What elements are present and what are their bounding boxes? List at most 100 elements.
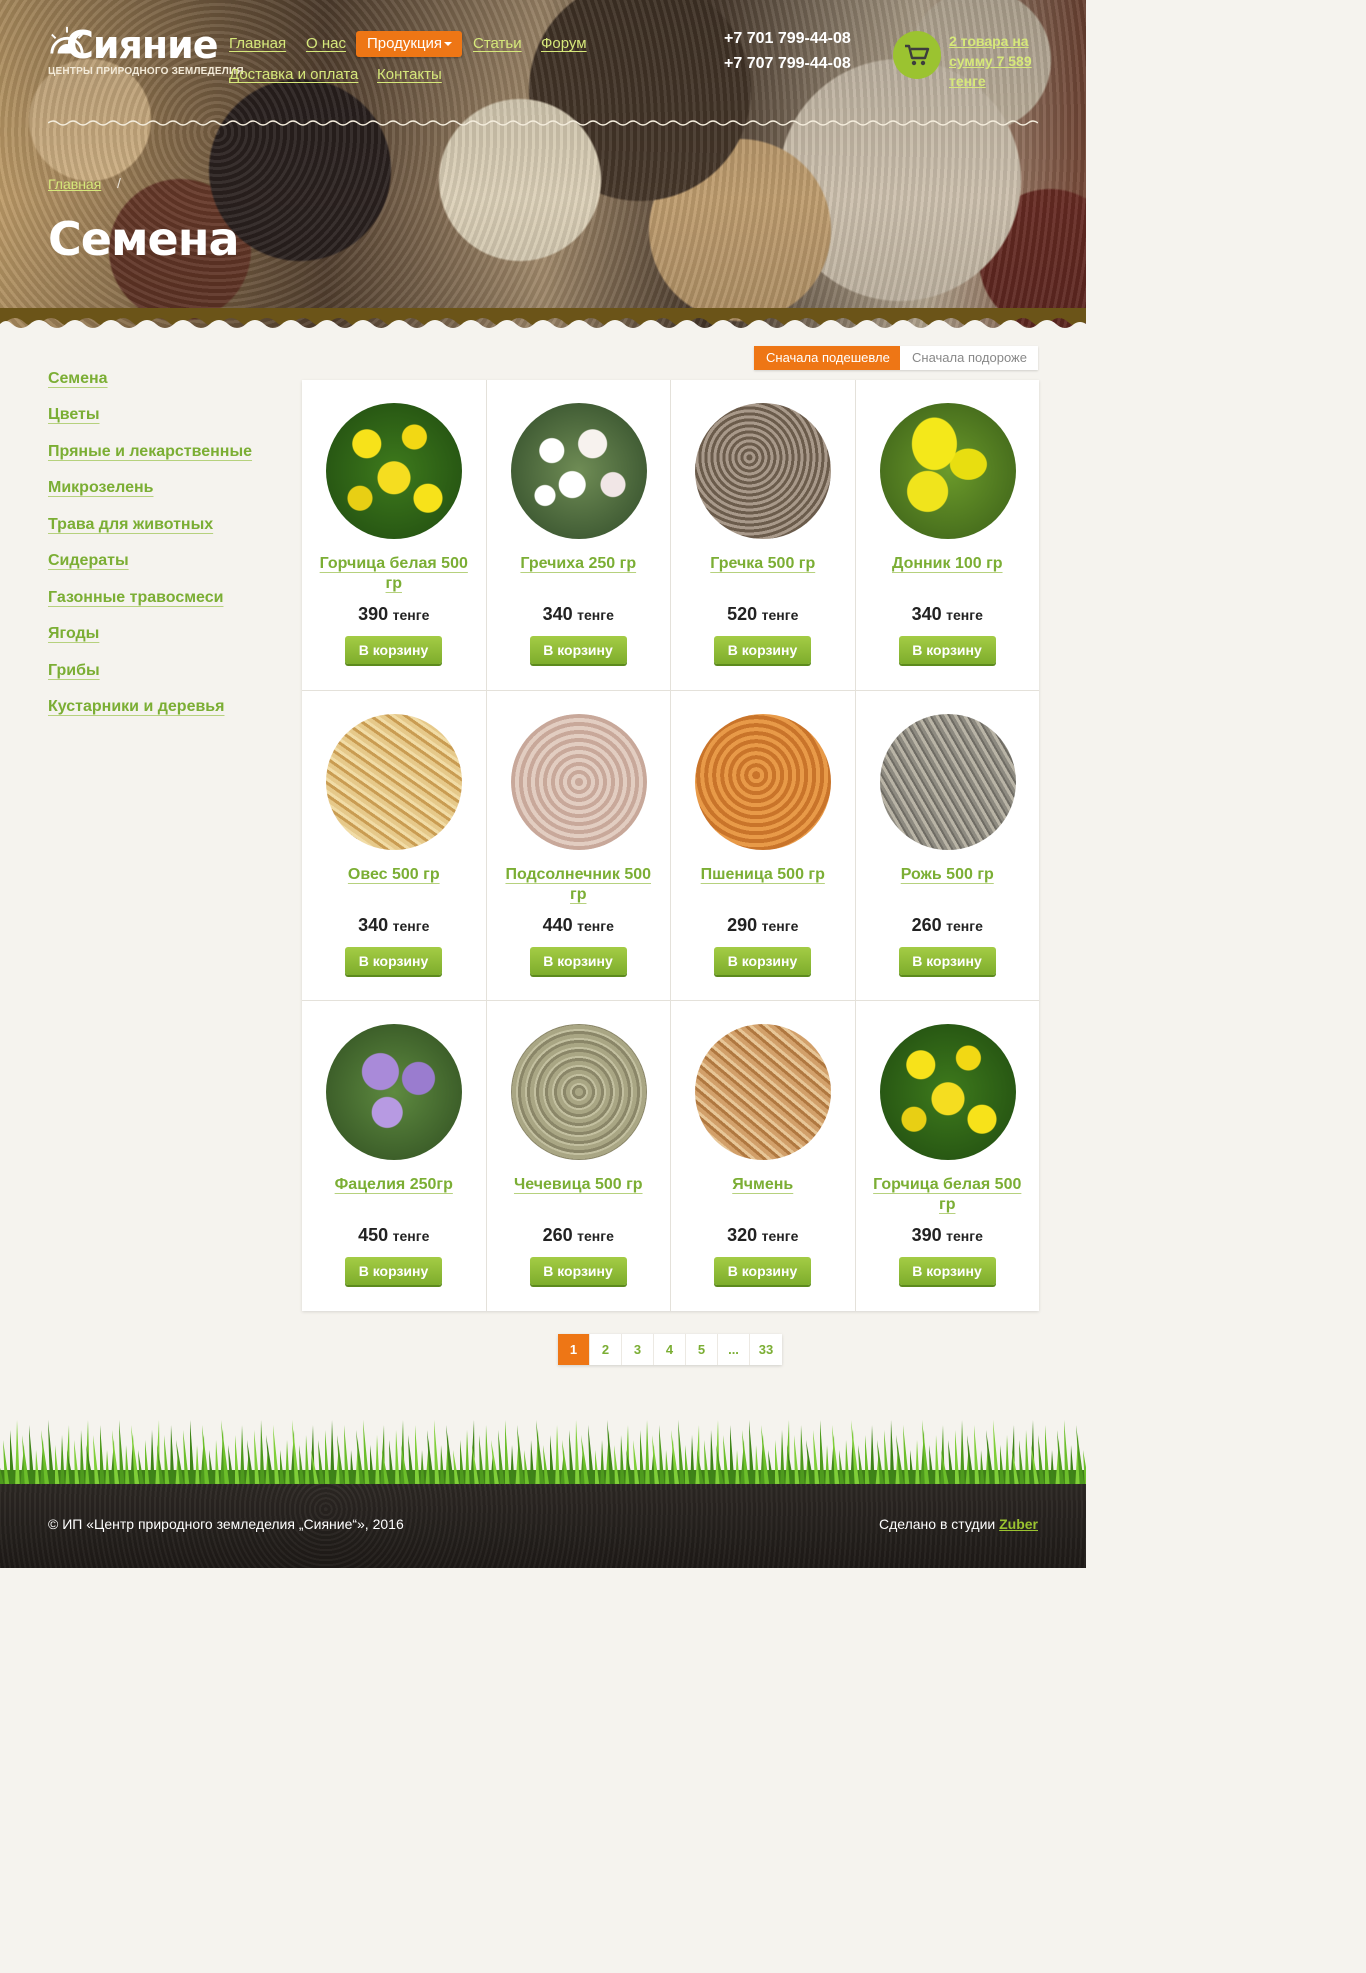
product-name[interactable]: Рожь 500 гр <box>866 865 1030 885</box>
sidebar-item-berries[interactable]: Ягоды <box>48 625 99 643</box>
add-to-cart-button[interactable]: В корзину <box>345 1257 442 1286</box>
add-to-cart-button[interactable]: В корзину <box>345 636 442 664</box>
add-to-cart-button[interactable]: В корзину <box>529 946 627 975</box>
product-name-link[interactable]: Ячмень <box>732 1176 793 1193</box>
product-name-link[interactable]: Гречиха 250 гр <box>520 555 636 572</box>
sidebar-item-pet-grass[interactable]: Трава для животных <box>48 516 213 534</box>
price-amount: 260 <box>542 1225 573 1246</box>
sort-cheap-first-button[interactable]: Сначала подешевле <box>754 346 900 370</box>
add-to-cart-button[interactable]: В корзину <box>898 946 996 975</box>
product-name-link[interactable]: Гречка 500 гр <box>710 555 815 572</box>
product-image[interactable] <box>510 713 647 850</box>
sidebar-item-seeds[interactable]: Семена <box>48 370 108 388</box>
add-to-cart-button[interactable]: В корзину <box>898 1257 996 1286</box>
product-image[interactable] <box>510 1024 647 1161</box>
add-to-cart-button[interactable]: В корзину <box>714 1257 811 1286</box>
breadcrumb-home[interactable]: Главная <box>48 176 101 192</box>
product-image[interactable] <box>326 713 462 850</box>
sort-expensive-first-button[interactable]: Сначала подороже <box>900 346 1038 370</box>
breadcrumb-separator: / <box>117 175 121 191</box>
footer-studio-link[interactable]: Zuber <box>999 1516 1038 1532</box>
sidebar-item-mushrooms[interactable]: Грибы <box>48 662 100 680</box>
product-name-link[interactable]: Горчица белая 500 гр <box>320 555 468 592</box>
product-name-link[interactable]: Фацелия 250гр <box>335 1176 453 1193</box>
product-name-link[interactable]: Чечевица 500 гр <box>514 1176 643 1193</box>
product-image[interactable] <box>510 403 647 539</box>
price-currency: тенге <box>946 917 983 934</box>
price-currency: тенге <box>761 1228 799 1245</box>
pagination-page[interactable]: 4 <box>654 1334 686 1365</box>
sidebar-item-herbs[interactable]: Пряные и лекарственные <box>48 443 252 461</box>
pagination-ellipsis: ... <box>718 1334 750 1365</box>
nav-delivery[interactable]: Доставка и оплата <box>229 66 358 83</box>
pagination-page[interactable]: 2 <box>590 1334 622 1365</box>
add-to-cart-button[interactable]: В корзину <box>898 636 996 664</box>
product-price: 520 тенге <box>671 604 855 625</box>
product-image[interactable] <box>695 1024 831 1161</box>
add-to-cart-button[interactable]: В корзину <box>345 946 442 975</box>
add-to-cart-button[interactable]: В корзину <box>529 636 627 664</box>
pagination-page[interactable]: 1 <box>558 1334 590 1365</box>
sidebar-item-microgreens[interactable]: Микрозелень <box>48 479 154 497</box>
nav-about[interactable]: О нас <box>306 35 346 52</box>
product-image[interactable] <box>326 1024 462 1161</box>
product-card: Пшеница 500 гр 290 тенге В корзину <box>671 690 855 1001</box>
price-currency: тенге <box>392 917 430 934</box>
pagination: 1 2 3 4 5... 33 <box>558 1334 782 1365</box>
product-name[interactable]: Фацелия 250гр <box>312 1175 476 1195</box>
logo-title: Сияние <box>66 23 219 67</box>
product-image[interactable] <box>879 403 1016 539</box>
sidebar-item-green-manure[interactable]: Сидераты <box>48 552 129 570</box>
nav-home[interactable]: Главная <box>229 35 286 52</box>
product-name[interactable]: Горчица белая 500 гр <box>312 554 476 594</box>
phone-primary[interactable]: +7 701 799-44-08 <box>724 30 851 48</box>
add-to-cart-button[interactable]: В корзину <box>714 636 811 664</box>
sidebar-item-flowers[interactable]: Цветы <box>48 406 100 424</box>
nav-contacts[interactable]: Контакты <box>377 66 442 83</box>
product-name[interactable]: Пшеница 500 гр <box>681 865 845 885</box>
nav-products[interactable]: Продукция <box>356 31 462 57</box>
cart-button[interactable] <box>893 31 941 79</box>
nav-forum[interactable]: Форум <box>541 35 587 52</box>
product-name-link[interactable]: Овес 500 гр <box>348 866 440 883</box>
product-image[interactable] <box>879 1024 1016 1161</box>
product-name[interactable]: Чечевица 500 гр <box>497 1175 661 1195</box>
product-card: Ячмень 320 тенге В корзину <box>671 1001 855 1311</box>
cart-summary-link[interactable]: 2 товара на сумму 7 589 тенге <box>949 31 1049 91</box>
pagination-page[interactable]: 33 <box>750 1334 782 1365</box>
product-name-link[interactable]: Подсолнечник 500 гр <box>505 866 651 903</box>
product-image[interactable] <box>695 713 831 850</box>
pagination-page[interactable]: 5 <box>686 1334 718 1365</box>
product-image[interactable] <box>695 403 831 539</box>
sidebar-item-shrubs-trees[interactable]: Кустарники и деревья <box>48 698 224 716</box>
pagination-page[interactable]: 3 <box>622 1334 654 1365</box>
product-image[interactable] <box>326 403 462 539</box>
grass-decoration <box>0 1420 1086 1490</box>
product-name[interactable]: Подсолнечник 500 гр <box>497 865 661 905</box>
product-name-link[interactable]: Рожь 500 гр <box>901 866 994 883</box>
price-amount: 520 <box>727 604 758 624</box>
nav-articles[interactable]: Статьи <box>473 35 522 52</box>
product-name[interactable]: Горчица белая 500 гр <box>866 1175 1030 1215</box>
price-currency: тенге <box>577 607 614 623</box>
add-to-cart-button[interactable]: В корзину <box>714 946 811 975</box>
product-image[interactable] <box>879 713 1016 850</box>
product-name[interactable]: Ячмень <box>681 1175 845 1195</box>
product-price: 260 тенге <box>487 1225 671 1246</box>
footer-copyright: © ИП «Центр природного земледелия „Сияни… <box>48 1516 404 1532</box>
add-to-cart-button[interactable]: В корзину <box>529 1257 627 1286</box>
product-name[interactable]: Гречиха 250 гр <box>497 554 661 574</box>
product-name-link[interactable]: Пшеница 500 гр <box>701 866 825 883</box>
phone-secondary[interactable]: +7 707 799-44-08 <box>724 55 851 73</box>
cart-icon <box>905 44 930 66</box>
product-name-link[interactable]: Горчица белая 500 гр <box>873 1176 1021 1213</box>
product-name-link[interactable]: Донник 100 гр <box>892 555 1003 572</box>
logo-subtitle: ЦЕНТРЫ ПРИРОДНОГО ЗЕМЛЕДЕЛИЯ <box>48 66 244 77</box>
product-name[interactable]: Донник 100 гр <box>866 554 1030 574</box>
product-name[interactable]: Гречка 500 гр <box>681 554 845 574</box>
sidebar-item-lawn-mixes[interactable]: Газонные травосмеси <box>48 589 223 607</box>
product-name[interactable]: Овес 500 гр <box>312 865 476 885</box>
site-logo[interactable]: Сияние ЦЕНТРЫ ПРИРОДНОГО ЗЕМЛЕДЕЛИЯ <box>48 22 244 82</box>
product-card: Гречка 500 гр 520 тенге В корзину <box>671 380 855 690</box>
price-currency: тенге <box>577 917 614 934</box>
